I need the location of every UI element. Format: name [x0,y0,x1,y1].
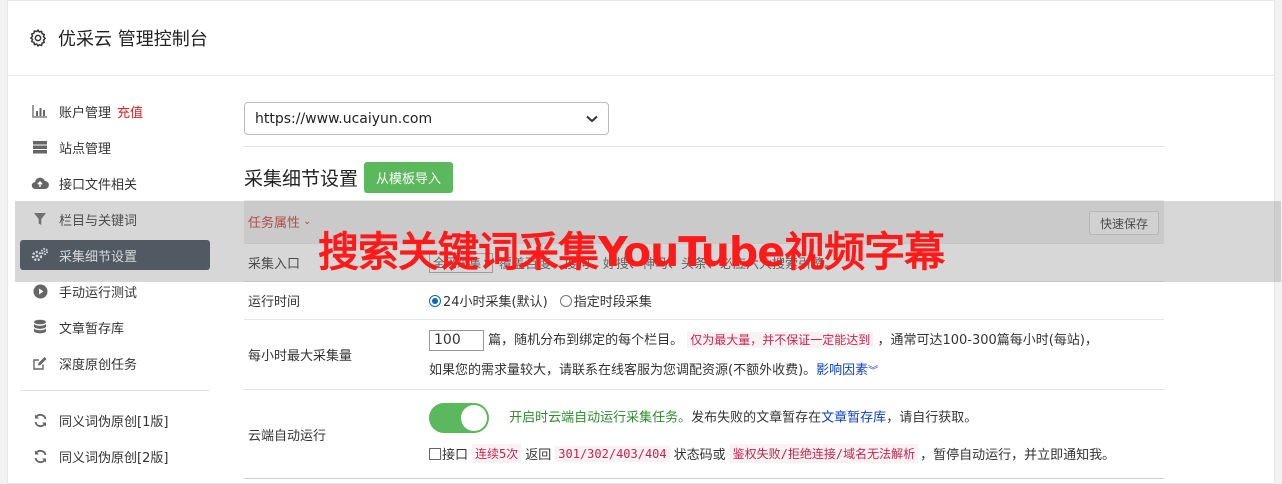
cloud-run-toggle[interactable] [429,403,489,433]
article-storage-link[interactable]: 文章暂存库 [821,411,886,426]
sidebar-divider [20,390,210,391]
server-icon [31,138,49,156]
entry-description: 覆盖百度、搜狗、好搜、神马、头条、必应六大搜索引擎。 [499,257,838,272]
refresh-icon [31,447,49,465]
gears-icon [31,246,49,264]
entry-select[interactable]: 全网采集 ▾ [429,252,494,273]
factors-link[interactable]: 影响因素︾ [816,363,878,378]
entry-label: 采集入口 [248,257,301,272]
notify-checkbox[interactable] [429,447,441,460]
sidebar-item-label: 同义词伪原创[1版] [59,414,169,430]
chevron-down-icon: ▾ [484,257,490,268]
quick-save-button[interactable]: 快速保存 [1088,211,1159,235]
sidebar-item-account[interactable]: 账户管理 充值 [20,96,210,126]
max-text-1: 篇，随机分布到绑定的每个栏目。 [488,333,684,348]
sidebar-item-label: 深度原创任务 [59,357,138,373]
cloud-text-5: ，暂停自动运行，并立即通知我。 [920,448,1116,463]
settings-table: 任务属性 ⌄ 快速保存 采集入口 全网采集 ▾ 覆盖百度、搜狗、好搜、神马、头条、必… [244,200,1164,479]
page-title: 优采云 管理控制台 [58,29,208,50]
cloud-text-3: 返回 [525,448,552,463]
cloud-run-label: 云端自动运行 [248,428,327,444]
double-chevron-icon: ︾ [868,366,879,377]
sidebar-item-collect-settings[interactable]: 采集细节设置 [20,240,210,270]
task-attr-row: 任务属性 ⌄ 快速保存 [244,200,1164,243]
cloud-text-4: 状态码或 [673,448,726,463]
filter-icon [31,210,49,228]
import-template-button[interactable]: 从模板导入 [364,161,454,193]
sidebar-item-label: 接口文件相关 [59,177,138,193]
sidebar-item-label: 同义词伪原创[2版] [59,450,169,466]
sidebar-item-manual-test[interactable]: 手动运行测试 [20,276,210,306]
max-code-note: 仅为最大量，并不保证一定能达到 [687,332,874,348]
sidebar-item-deep-original[interactable]: 深度原创任务 [20,348,210,378]
cloud-text-2: ，请自行获取。 [886,410,978,426]
sidebar: 账户管理 充值 站点管理 接口文件相关 栏目与关键词 采集细节设置 手动运行测试 [20,96,210,477]
radio-24h[interactable] [429,294,441,307]
recharge-link[interactable]: 充值 [117,102,143,121]
sidebar-item-columns-keywords[interactable]: 栏目与关键词 [20,204,210,234]
code-errors: 鉴权失败/拒绝连接/域名无法解析 [729,444,919,463]
sidebar-item-article-storage[interactable]: 文章暂存库 [20,312,210,342]
max-text-2: ，通常可达100-300篇每小时(每站)， [877,333,1098,348]
sidebar-item-label: 采集细节设置 [59,249,138,265]
page-header: 优采云 管理控制台 [8,1,1274,76]
sidebar-item-label: 栏目与关键词 [59,213,138,229]
sidebar-item-label: 文章暂存库 [59,321,125,337]
main-content: https://www.ucaiyun.com 采集细节设置 从模板导入 任务属… [244,102,1164,479]
play-circle-icon [31,282,49,300]
sidebar-item-label: 账户管理 [59,105,112,121]
code-5times: 连续5次 [472,444,522,463]
chevron-down-icon [586,115,598,122]
code-status: 301/302/403/404 [555,445,670,462]
run-time-row: 运行时间 24小时采集(默认) 指定时段采集 [244,281,1164,319]
section-head: 采集细节设置 从模板导入 [244,161,1164,193]
table-bottom-line [244,478,1164,479]
cloud-run-green: 开启时云端自动运行采集任务。 [509,410,692,426]
sidebar-item-synonym-v1[interactable]: 同义词伪原创[1版] [20,405,210,435]
bar-chart-icon [31,102,49,120]
divider [244,146,1164,147]
edit-icon [31,354,49,372]
max-text-3: 如果您的需求量较大，请联系在线客服为您调配资源(不额外收费)。 [429,363,817,378]
radio-24h-label: 24小时采集(默认) [443,295,548,310]
entry-row: 采集入口 全网采集 ▾ 覆盖百度、搜狗、好搜、神马、头条、必应六大搜索引擎。 [244,243,1164,281]
gear-icon [29,28,47,48]
sidebar-item-api-files[interactable]: 接口文件相关 [20,168,210,198]
max-per-hour-input[interactable]: 100 [429,330,484,351]
notify-label: 接口 [442,448,469,463]
sidebar-item-label: 站点管理 [59,141,112,157]
database-icon [31,318,49,336]
sidebar-item-label: 手动运行测试 [59,285,138,301]
max-per-hour-label: 每小时最大采集量 [248,349,353,364]
sidebar-item-synonym-v2[interactable]: 同义词伪原创[2版] [20,441,210,471]
site-select-value: https://www.ucaiyun.com [255,110,433,127]
cloud-text-1: 发布失败的文章暂存在 [691,410,822,426]
max-per-hour-row: 每小时最大采集量 100 篇，随机分布到绑定的每个栏目。 仅为最大量，并不保证一… [244,319,1164,389]
task-attr-label[interactable]: 任务属性 ⌄ [244,212,429,231]
cloud-upload-icon [31,174,49,192]
cloud-run-row: 云端自动运行 开启时云端自动运行采集任务。发布失败的文章暂存在文章暂存库，请自行… [244,389,1164,478]
radio-scheduled-label: 指定时段采集 [573,295,652,310]
site-select[interactable]: https://www.ucaiyun.com [244,102,609,135]
sidebar-item-sites[interactable]: 站点管理 [20,132,210,162]
refresh-icon [31,411,49,429]
section-title: 采集细节设置 [244,167,359,190]
radio-scheduled[interactable] [559,294,572,307]
run-time-label: 运行时间 [248,295,301,310]
